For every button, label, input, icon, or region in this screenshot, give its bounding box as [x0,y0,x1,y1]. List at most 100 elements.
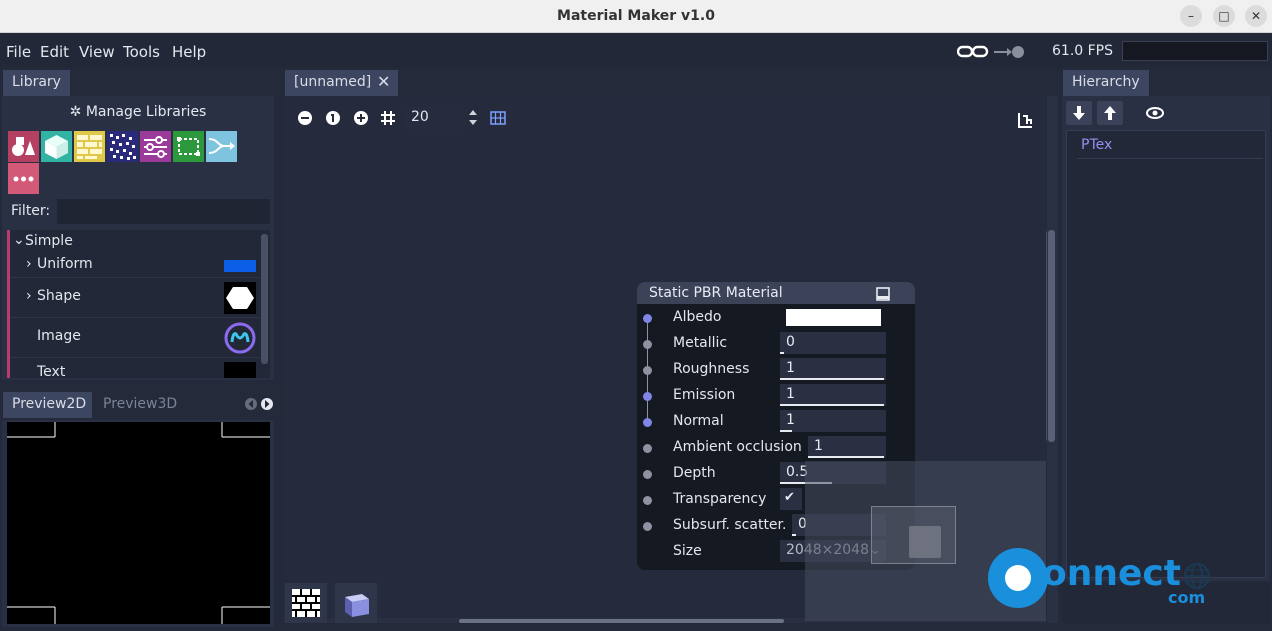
more-icon[interactable] [8,163,39,194]
param-label: Albedo [673,309,722,325]
preview-2d-viewport[interactable] [7,422,270,624]
category-label: Simple [25,233,73,249]
input-port[interactable] [643,418,652,427]
move-down-button[interactable] [1066,101,1092,125]
sliders-icon[interactable] [140,131,171,162]
watermark-frame [871,506,956,564]
tab-graph-unnamed[interactable]: [unnamed] ✕ [285,70,398,96]
param-label: Normal [673,413,724,429]
param-value: 1 [786,412,795,428]
input-port[interactable] [643,366,652,375]
arrow-down-icon [1073,106,1085,120]
slider-fill [780,430,792,432]
filter-label: Filter: [11,203,51,219]
merge-icon[interactable] [206,131,237,162]
tree-scrollbar[interactable] [261,234,268,364]
viewport-guides [7,422,270,624]
hexagon-icon [224,282,256,314]
tab-hierarchy[interactable]: Hierarchy [1063,70,1149,96]
node-header[interactable]: Static PBR Material [637,282,915,306]
list-item[interactable]: › Shape [10,278,260,318]
minimap-icon[interactable] [490,110,506,126]
cube-3d-icon [345,594,369,617]
input-port[interactable] [643,522,652,531]
param-label: Transparency [673,491,767,507]
watermark-logo-circle [988,548,1048,608]
tab-preview2d[interactable]: Preview2D [3,392,92,418]
zoom-in-icon[interactable] [353,110,369,126]
input-port[interactable] [643,314,652,323]
watermark-logo-inner [1005,565,1031,591]
selection-icon[interactable] [173,131,204,162]
input-port[interactable] [643,496,652,505]
hierarchy-item[interactable]: PTex [1081,137,1112,153]
watermark-square [909,526,941,558]
list-item-label: Text [37,364,66,378]
minimize-button[interactable]: – [1180,5,1202,27]
move-up-button[interactable] [1097,101,1123,125]
zoom-reset-icon[interactable] [325,110,341,126]
ambient-occlusion-slider[interactable]: 1 [808,436,886,458]
param-label: Roughness [673,361,750,377]
chevron-down-icon: ⌄ [13,232,25,248]
image-logo-icon [224,322,256,354]
normal-slider[interactable]: 1 [780,410,886,432]
input-port[interactable] [643,444,652,453]
preview-panel [2,420,274,627]
metallic-slider[interactable]: 0 [780,332,886,354]
texture-preview-button[interactable] [285,583,327,623]
link-icon[interactable] [957,44,1027,60]
noise-icon[interactable] [107,131,138,162]
library-panel: ✲ Manage Libraries Filter: ⌄ Simple › Un… [2,96,274,380]
slider-fill [780,404,884,406]
close-tab-icon[interactable]: ✕ [377,72,390,91]
menu-file[interactable]: File [6,43,31,61]
menu-help[interactable]: Help [172,43,206,61]
roughness-slider[interactable]: 1 [780,358,886,380]
list-item[interactable]: › Uniform [10,252,260,278]
shapes-icon[interactable] [8,131,39,162]
list-item[interactable]: Text [10,358,260,378]
grid-size-input[interactable]: 20 [405,107,465,129]
eye-icon[interactable] [1146,106,1164,120]
input-port[interactable] [643,392,652,401]
list-item-label: Uniform [37,256,93,272]
tab-library[interactable]: Library [3,70,70,96]
preview-nav-arrows[interactable] [245,397,275,411]
filter-input[interactable] [57,199,270,224]
menu-edit[interactable]: Edit [40,43,69,61]
zoom-out-icon[interactable] [297,110,313,126]
menu-view[interactable]: View [79,43,115,61]
graph-horizontal-scrollbar[interactable] [459,619,784,623]
input-port[interactable] [643,470,652,479]
brick-icon[interactable] [74,131,105,162]
list-item-label: Shape [37,288,81,304]
tab-preview3d[interactable]: Preview3D [94,392,186,418]
cube-icon[interactable] [41,131,72,162]
maximize-button[interactable]: □ [1213,5,1235,27]
tree-category[interactable]: ⌄ Simple [10,230,260,252]
vertical-scrollbar-thumb[interactable] [1048,230,1055,442]
fps-graph [1122,41,1268,61]
fps-counter: 61.0 FPS [1052,43,1114,59]
divider [1077,158,1263,159]
albedo-color-picker[interactable] [780,306,886,328]
node-preview-toggle-icon[interactable] [876,287,890,301]
emission-slider[interactable]: 1 [780,384,886,406]
manage-libraries-button[interactable]: ✲ Manage Libraries [2,104,274,120]
slider-fill [780,378,884,380]
snap-grid-icon[interactable] [380,110,396,126]
slider-fill [780,352,784,354]
node-title: Static PBR Material [649,285,783,301]
param-label: Size [673,543,702,559]
spinner-arrows-icon[interactable] [468,109,478,127]
transparency-checkbox[interactable]: ✔ [780,488,802,510]
menu-tools[interactable]: Tools [123,43,160,61]
list-item[interactable]: Image [10,318,260,358]
param-label: Depth [673,465,716,481]
input-port[interactable] [643,340,652,349]
align-nodes-icon[interactable] [1017,112,1033,128]
param-row-normal: Normal 1 [637,409,915,435]
close-button[interactable]: ✕ [1245,5,1267,27]
3d-preview-button[interactable] [335,583,377,623]
